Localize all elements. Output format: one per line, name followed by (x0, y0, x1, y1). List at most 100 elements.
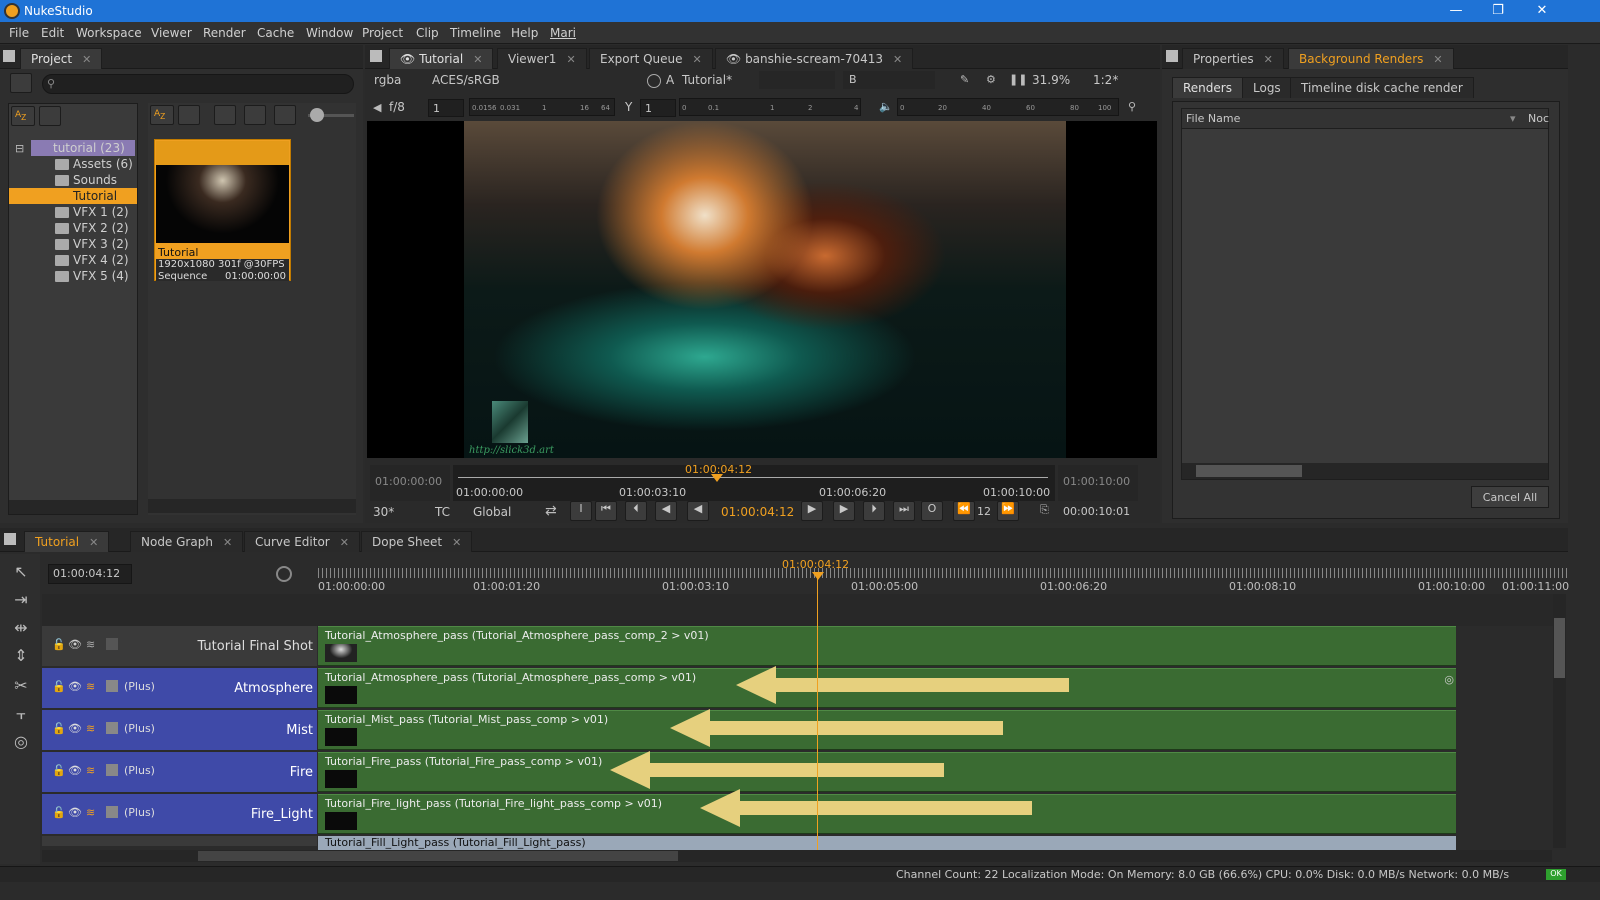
current-timecode-field[interactable]: 01:00:04:12 (721, 505, 794, 519)
menu-render[interactable]: Render (203, 26, 246, 40)
next-keyframe-button[interactable]: ⏵ (863, 501, 885, 521)
tree-item-vfx2[interactable]: VFX 2 (2) (73, 221, 129, 237)
column-file-name[interactable]: File Name (1186, 112, 1240, 125)
track-select-tool-icon[interactable]: ⇥ (8, 590, 34, 612)
panel-menu-icon[interactable] (3, 50, 15, 62)
menu-help[interactable]: Help (511, 26, 538, 40)
multi-tool-icon[interactable]: ⫟ (8, 704, 34, 726)
collapse-icon[interactable]: ⊟ (15, 142, 24, 155)
go-to-start-button[interactable]: ⏮ (595, 501, 617, 521)
eye-icon[interactable]: 👁 (68, 680, 82, 693)
tab-node-graph[interactable]: Node Graph ✕ (130, 531, 244, 552)
volume-slider[interactable]: 0 20 40 60 80 100 (897, 98, 1119, 116)
layers-icon[interactable]: ≋ (86, 764, 95, 777)
close-icon[interactable]: ✕ (1264, 53, 1273, 66)
tc-mode-select[interactable]: TC (435, 505, 450, 519)
sort-order-button[interactable] (39, 106, 61, 126)
clip-final-shot[interactable]: Tutorial_Atmosphere_pass (Tutorial_Atmos… (318, 626, 1456, 666)
menu-mari[interactable]: Mari (550, 26, 576, 40)
snap-icon[interactable] (276, 566, 292, 582)
razor-tool-icon[interactable]: ✂ (8, 676, 34, 698)
gamma-field[interactable]: 1 (640, 99, 676, 117)
tree-item-vfx4[interactable]: VFX 4 (2) (73, 253, 129, 269)
tab-curve-editor[interactable]: Curve Editor ✕ (244, 531, 360, 552)
blend-icon[interactable] (106, 680, 118, 692)
tree-item-vfx3[interactable]: VFX 3 (2) (73, 237, 129, 253)
close-icon[interactable]: ✕ (223, 536, 232, 549)
in-point-button[interactable]: I (570, 501, 592, 521)
lock-icon[interactable]: 🔓 (52, 806, 66, 819)
timeline-playhead-marker[interactable] (812, 572, 824, 580)
viewer-scrubber[interactable]: 01:00:04:12 01:00:00:00 01:00:03:10 01:0… (453, 463, 1055, 501)
eye-icon[interactable]: 👁 (68, 722, 82, 735)
duration-field[interactable]: 00:00:10:01 (1063, 505, 1130, 518)
timeline-playhead-line[interactable] (817, 578, 818, 850)
panel-menu-icon[interactable] (4, 533, 16, 545)
track-header-atmosphere[interactable]: 🔓 👁 ≋ (Plus) Atmosphere (42, 668, 317, 708)
compare-mode-select[interactable] (759, 71, 835, 89)
roi-icon[interactable]: ⚙ (986, 73, 996, 86)
minimize-button[interactable]: — (1436, 1, 1476, 21)
close-icon[interactable]: ✕ (473, 53, 482, 66)
step-increment[interactable]: 12 (977, 505, 991, 518)
subtab-logs[interactable]: Logs (1242, 77, 1292, 98)
prev-keyframe-button[interactable]: ⏴ (625, 501, 647, 521)
select-tool-icon[interactable]: ↖ (8, 562, 34, 584)
ripple-tool-icon[interactable]: ⇹ (8, 618, 34, 640)
colorspace-select[interactable]: ACES/sRGB (432, 73, 500, 87)
list-view-button[interactable] (274, 105, 296, 125)
maximize-button[interactable]: ❐ (1478, 1, 1518, 21)
eyedropper-icon[interactable]: ⚲ (1128, 100, 1136, 113)
column-node[interactable]: Noc (1528, 112, 1549, 125)
go-to-end-button[interactable]: ⏭ (893, 501, 915, 521)
close-icon[interactable]: ✕ (566, 53, 575, 66)
clip-fill-light[interactable]: Tutorial_Fill_Light_pass (Tutorial_Fill_… (318, 836, 1456, 850)
close-icon[interactable]: ✕ (893, 53, 902, 66)
blend-icon[interactable] (106, 722, 118, 734)
blend-icon[interactable] (106, 806, 118, 818)
track-header-partial[interactable] (42, 836, 317, 846)
timeline-horizontal-scrollbar[interactable] (42, 850, 1552, 862)
pause-icon[interactable]: ❚❚ (1009, 73, 1027, 86)
tree-item-vfx1[interactable]: VFX 1 (2) (73, 205, 129, 221)
scrollbar-thumb[interactable] (1554, 618, 1565, 678)
tab-background-renders[interactable]: Background Renders ✕ (1288, 48, 1454, 69)
layers-icon[interactable]: ≋ (86, 680, 95, 693)
layers-icon[interactable]: ≋ (86, 638, 95, 651)
renders-horizontal-scrollbar[interactable] (1182, 463, 1548, 479)
scope-select[interactable]: Global (473, 505, 511, 519)
cancel-all-button[interactable]: Cancel All (1471, 486, 1549, 508)
bin-scrollbar[interactable] (148, 499, 356, 513)
track-header-fire-light[interactable]: 🔓 👁 ≋ (Plus) Fire_Light (42, 794, 317, 834)
slip-tool-icon[interactable]: ⇕ (8, 646, 34, 668)
play-backward-button[interactable]: ◀ (687, 501, 709, 521)
sort-order-button[interactable] (178, 105, 200, 125)
tree-item-tutorial-root[interactable]: tutorial (23) (53, 141, 125, 157)
input-process-icon[interactable] (647, 74, 661, 88)
menu-file[interactable]: File (9, 26, 29, 40)
viewer-canvas[interactable]: http://slick3d.art (367, 121, 1157, 458)
lock-icon[interactable]: 🔓 (52, 722, 66, 735)
playback-range-icon[interactable]: ⎘ (1040, 503, 1049, 517)
tab-tutorial-timeline[interactable]: Tutorial ✕ (24, 531, 110, 552)
pen-icon[interactable]: ✎ (960, 73, 969, 86)
tree-item-tutorial-sequence[interactable]: Tutorial (73, 189, 117, 205)
scrollbar-thumb[interactable] (198, 851, 678, 861)
speaker-icon[interactable]: 🔈 (879, 100, 893, 113)
sort-az-button[interactable]: AZ (150, 105, 174, 125)
lock-icon[interactable]: 🔓 (52, 764, 66, 777)
close-icon[interactable]: ✕ (89, 536, 98, 549)
step-forward-button[interactable]: ▶ (833, 501, 855, 521)
eye-icon[interactable]: 👁 (68, 638, 82, 651)
fps-select[interactable]: 30* (373, 505, 394, 519)
tab-viewer1[interactable]: Viewer1 ✕ (497, 48, 587, 69)
close-icon[interactable]: ✕ (340, 536, 349, 549)
panel-menu-icon[interactable] (1166, 50, 1178, 62)
timeline-vertical-scrollbar[interactable] (1553, 594, 1566, 848)
track-header-final-shot[interactable]: 🔓 👁 ≋ Tutorial Final Shot (42, 626, 317, 666)
menu-viewer[interactable]: Viewer (151, 26, 192, 40)
close-window-button[interactable]: ✕ (1522, 1, 1562, 21)
lock-icon[interactable]: 🔓 (52, 638, 66, 651)
tree-item-sounds[interactable]: Sounds (4) (73, 173, 137, 201)
tree-item-vfx5[interactable]: VFX 5 (4) (73, 269, 129, 285)
